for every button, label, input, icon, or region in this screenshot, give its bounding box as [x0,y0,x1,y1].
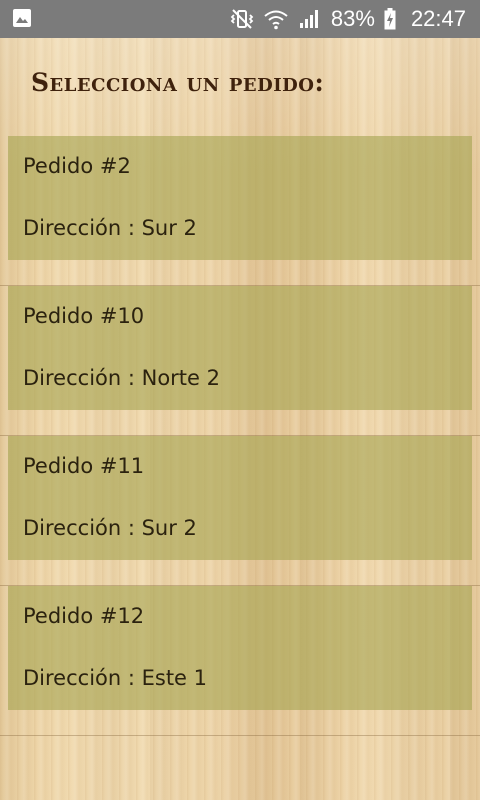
order-id: Pedido #2 [23,154,131,178]
order-address: Dirección : Este 1 [23,666,208,690]
image-notification-icon [13,9,31,27]
order-id: Pedido #10 [23,304,145,328]
page-title: Selecciona un pedido: [31,68,325,97]
order-id: Pedido #12 [23,604,145,628]
signal-icon [299,10,318,28]
order-card-10[interactable]: Pedido #10 Dirección : Norte 2 [8,286,472,410]
clock: 22:47 [410,6,466,31]
order-card-11[interactable]: Pedido #11 Dirección : Sur 2 [8,436,472,560]
list-item: Pedido #2 Dirección : Sur 2 [0,136,480,286]
battery-charging-icon [384,8,396,30]
battery-percent: 83% [330,6,375,31]
order-list: Pedido #2 Dirección : Sur 2 Pedido #10 D… [0,136,480,736]
vibrate-mute-icon [230,9,254,29]
list-item: Pedido #11 Dirección : Sur 2 [0,436,480,586]
order-card-2[interactable]: Pedido #2 Dirección : Sur 2 [8,136,472,260]
list-item: Pedido #12 Dirección : Este 1 [0,586,480,736]
order-id: Pedido #11 [23,454,145,478]
status-bar-right: 83% 22:47 [229,0,466,38]
wifi-icon [264,10,288,30]
order-address: Dirección : Sur 2 [23,516,197,540]
order-address: Dirección : Sur 2 [23,216,197,240]
list-item: Pedido #10 Dirección : Norte 2 [0,286,480,436]
order-address: Dirección : Norte 2 [23,366,220,390]
main-content: Selecciona un pedido: Pedido #2 Direcció… [0,38,480,800]
order-card-12[interactable]: Pedido #12 Dirección : Este 1 [8,586,472,710]
status-bar: 83% 22:47 [0,0,480,38]
